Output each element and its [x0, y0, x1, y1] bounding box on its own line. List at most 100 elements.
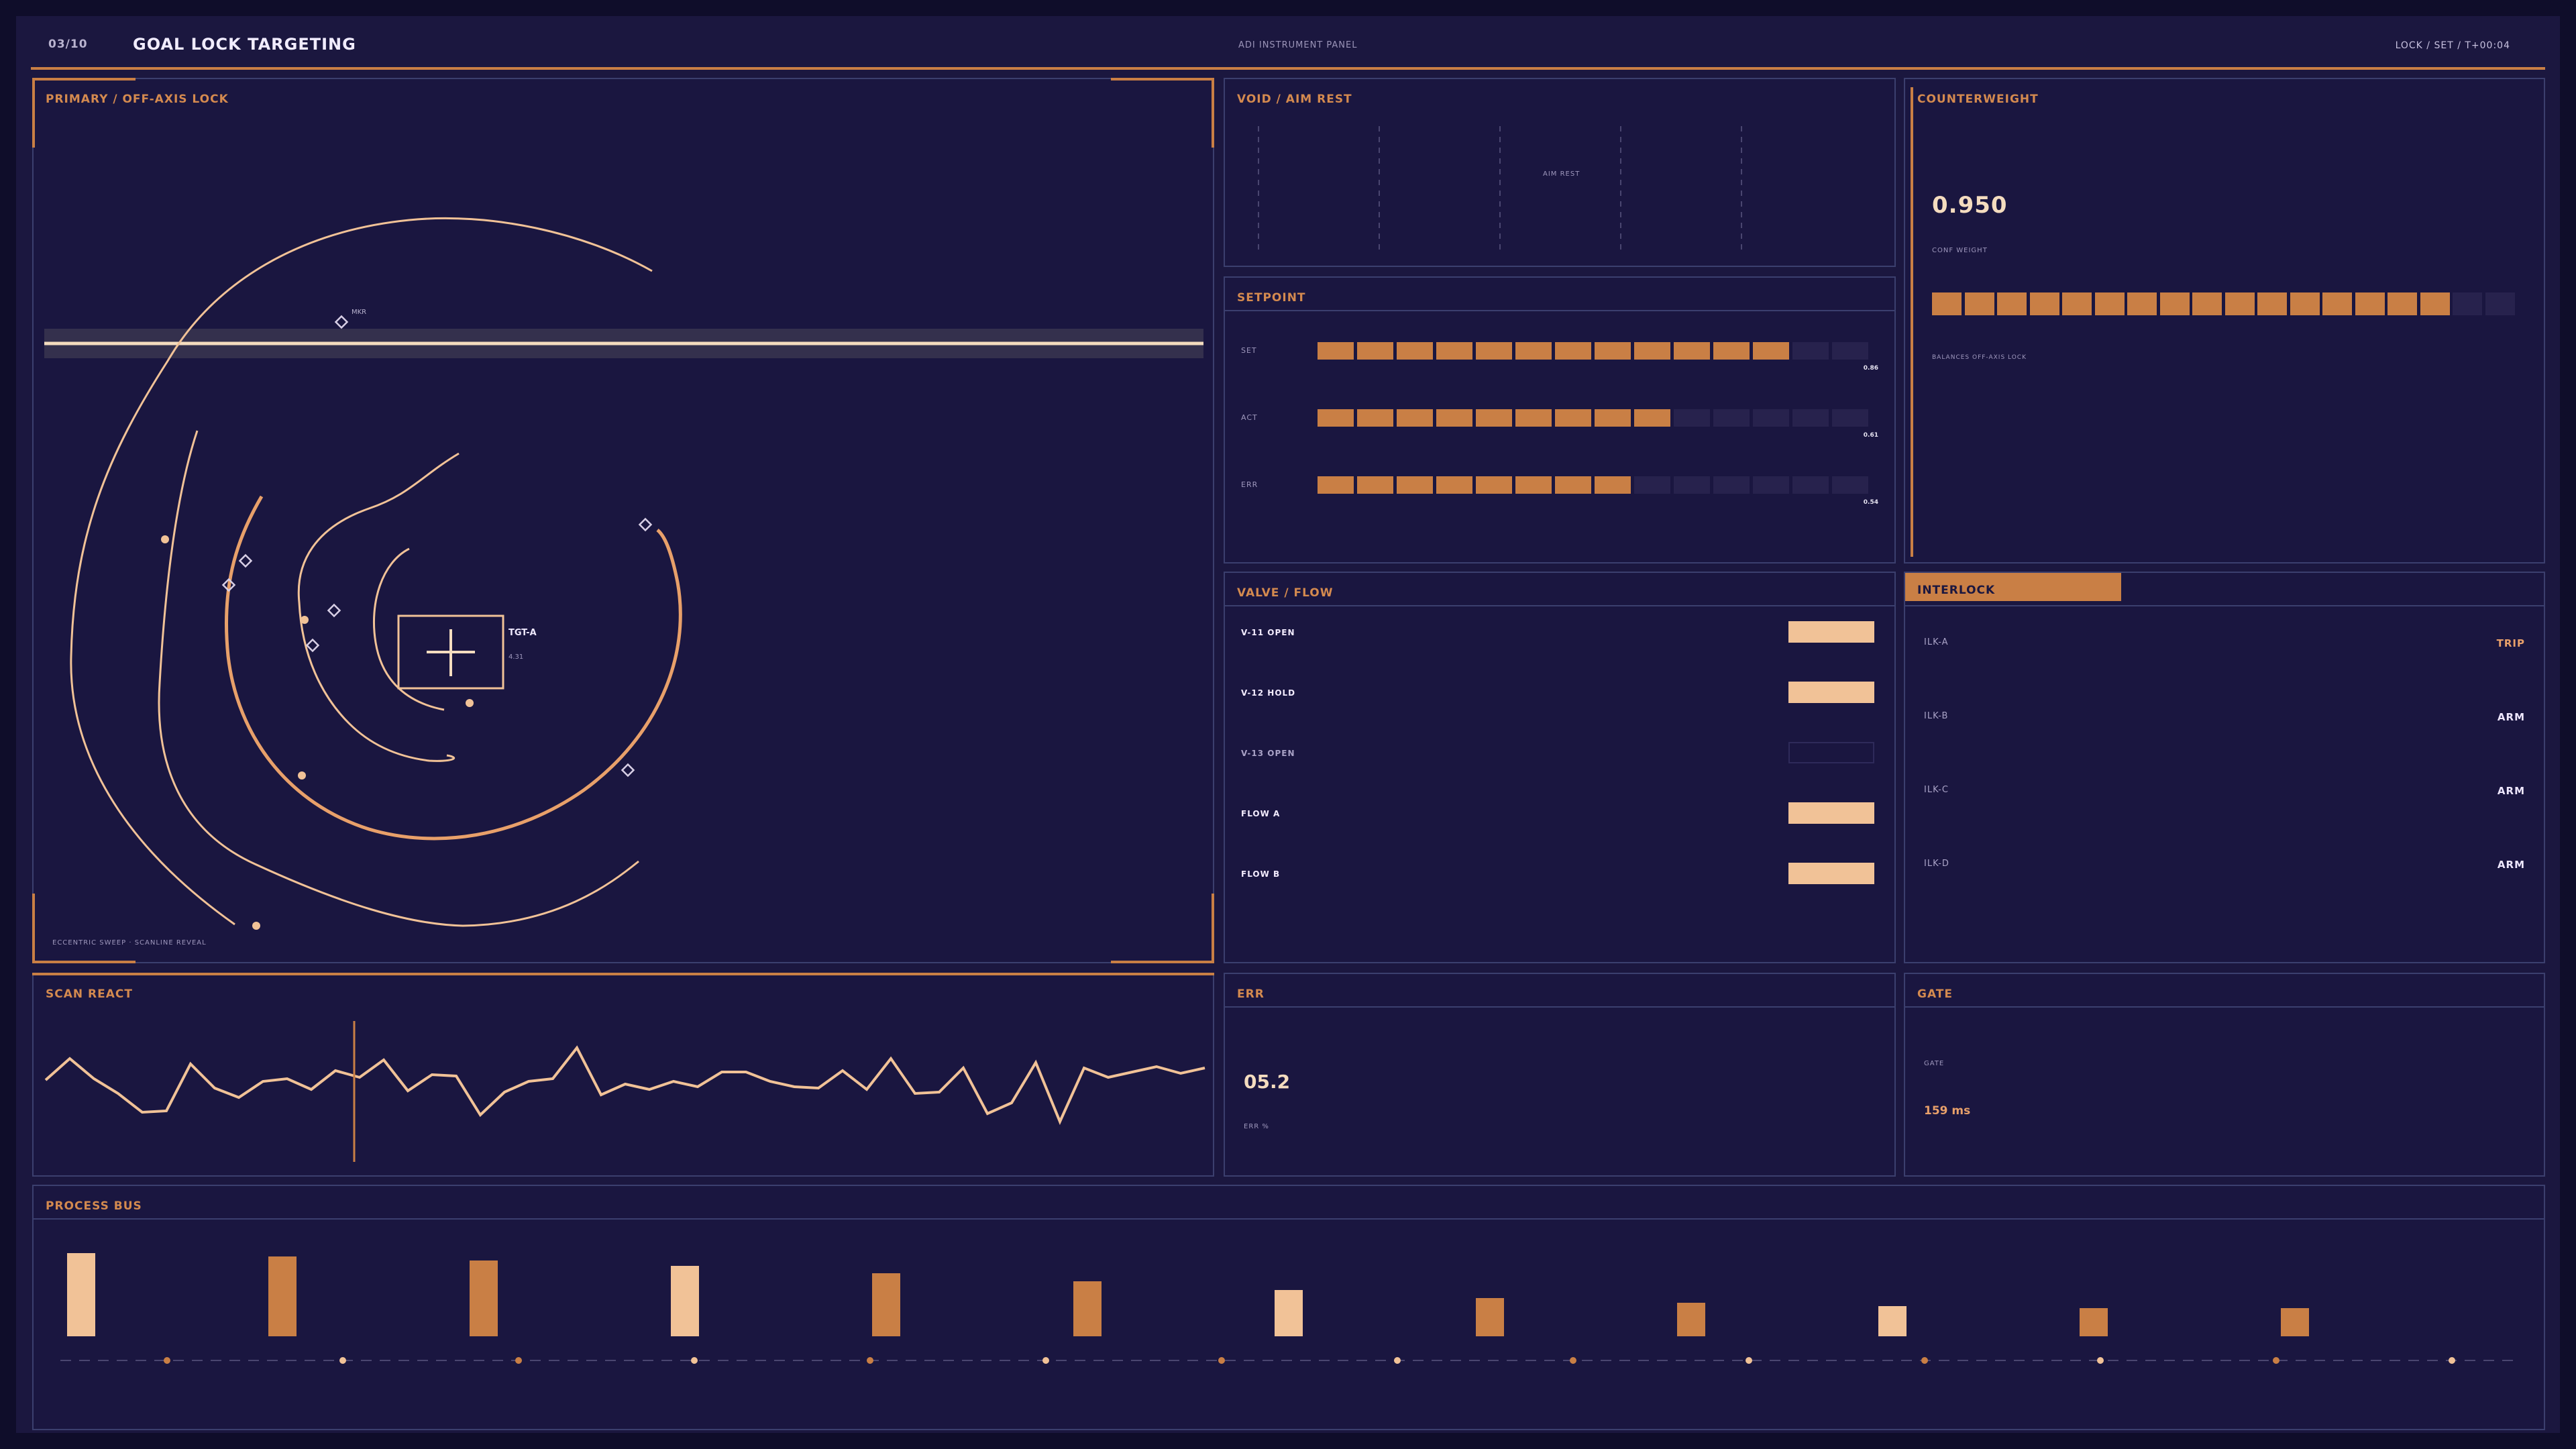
setpoint-segment	[1476, 342, 1512, 360]
valve-row-label: V-12 HOLD	[1241, 688, 1296, 698]
setpoint-segment	[1634, 409, 1670, 427]
contour-outer	[70, 217, 653, 926]
waypoint-marker	[327, 603, 341, 618]
valve-panel: VALVE / FLOW V-11 OPEN V-12 HOLD V-13 OPEN…	[1224, 572, 1896, 963]
setpoint-segment	[1753, 342, 1789, 360]
waypoint-marker	[638, 517, 653, 532]
bus-node	[515, 1357, 522, 1364]
setpoint-segment	[1436, 409, 1472, 427]
err-panel: ERR 05.2 ERR %	[1224, 973, 1896, 1177]
setpoint-segment	[1674, 476, 1710, 494]
counterweight-segment	[2192, 292, 2222, 315]
bus-node	[1042, 1357, 1049, 1364]
bus-bar	[872, 1273, 900, 1336]
divider	[1905, 1006, 2544, 1008]
scan-panel: SCAN REACT	[32, 973, 1214, 1177]
setpoint-segment	[1397, 342, 1433, 360]
valve-title: VALVE / FLOW	[1237, 586, 1334, 600]
setpoint-row-label: ACT	[1241, 413, 1258, 422]
setpoint-segment	[1357, 342, 1393, 360]
contour-ring-4	[297, 452, 460, 762]
valve-row-label: V-11 OPEN	[1241, 628, 1295, 637]
bus-node	[1746, 1357, 1752, 1364]
valve-state-indicator[interactable]	[1788, 621, 1874, 643]
divider	[1905, 605, 2544, 606]
void-panel: VOID / AIM REST AIM REST	[1224, 78, 1896, 267]
bus-bar	[1878, 1306, 1907, 1336]
valve-state-indicator[interactable]	[1788, 682, 1874, 703]
setpoint-row-value: 0.61	[1863, 432, 1878, 439]
bus-node	[339, 1357, 346, 1364]
counterweight-segment	[1932, 292, 1962, 315]
setpoint-segment	[1595, 476, 1631, 494]
bus-rail	[60, 1360, 2520, 1361]
bus-node	[691, 1357, 698, 1364]
counterweight-segment	[2355, 292, 2385, 315]
err-title: ERR	[1237, 987, 1265, 1001]
setpoint-segment	[1832, 342, 1868, 360]
bus-title: PROCESS BUS	[46, 1199, 142, 1213]
instrument-label: ADI INSTRUMENT PANEL	[1238, 40, 1358, 50]
counterweight-title: COUNTERWEIGHT	[1917, 93, 2039, 106]
setpoint-segment	[1515, 409, 1552, 427]
valve-state-indicator[interactable]	[1788, 863, 1874, 884]
bus-bar	[268, 1256, 297, 1336]
valve-state-indicator[interactable]	[1788, 802, 1874, 824]
setpoint-segment	[1397, 409, 1433, 427]
setpoint-segment	[1832, 476, 1868, 494]
gate-label: GATE	[1924, 1060, 1945, 1067]
track-dot	[466, 699, 474, 707]
divider	[1225, 605, 1894, 606]
bus-node	[2449, 1357, 2455, 1364]
waypoint-marker	[238, 553, 253, 568]
bus-bar	[1476, 1298, 1504, 1336]
bus-node	[1218, 1357, 1225, 1364]
setpoint-segment	[1515, 342, 1552, 360]
setpoint-row-value: 0.86	[1863, 365, 1878, 372]
bus-bar	[1677, 1303, 1705, 1336]
setpoint-segment	[1476, 476, 1512, 494]
bus-panel: PROCESS BUS	[32, 1185, 2545, 1430]
setpoint-row-value: 0.54	[1863, 499, 1878, 506]
bus-bar	[1275, 1290, 1303, 1336]
counterweight-segment	[2029, 292, 2059, 315]
counterweight-segment	[1964, 292, 1994, 315]
setpoint-segment	[1555, 342, 1591, 360]
counterweight-meter	[1932, 292, 2517, 315]
setpoint-segment	[1634, 476, 1670, 494]
primary-panel[interactable]: PRIMARY / OFF-AXIS LOCK MKR TGT-A 4.31 E…	[32, 78, 1214, 963]
target-sub: 4.31	[508, 653, 524, 661]
interlock-row-status: ARM	[2497, 785, 2525, 797]
interlock-row-label: ILK-B	[1924, 711, 1949, 721]
counterweight-value: 0.950	[1932, 192, 2008, 219]
interlock-row-status: ARM	[2497, 859, 2525, 871]
void-title: VOID / AIM REST	[1237, 93, 1352, 106]
track-dot	[298, 771, 306, 780]
setpoint-segment	[1595, 409, 1631, 427]
interlock-row-label: ILK-A	[1924, 637, 1949, 647]
divider	[34, 1218, 2544, 1220]
counterweight-segment	[2387, 292, 2417, 315]
valve-state-indicator[interactable]	[1788, 742, 1874, 763]
setpoint-title: SETPOINT	[1237, 291, 1306, 305]
status-readout: LOCK / SET / T+00:04	[2395, 40, 2510, 51]
bus-node	[867, 1357, 873, 1364]
setpoint-segment	[1436, 342, 1472, 360]
setpoint-segment	[1476, 409, 1512, 427]
marker-label: MKR	[352, 309, 367, 316]
target-scope[interactable]	[34, 79, 1216, 965]
contour-ring-5	[372, 547, 445, 711]
interlock-row-label: ILK-D	[1924, 859, 1949, 869]
setpoint-segment	[1634, 342, 1670, 360]
setpoint-segment	[1595, 342, 1631, 360]
setpoint-segment	[1713, 342, 1750, 360]
void-grid	[1258, 126, 1742, 254]
bus-node	[1570, 1357, 1576, 1364]
setpoint-segment	[1357, 409, 1393, 427]
divider	[1225, 310, 1894, 311]
valve-row-label: FLOW A	[1241, 809, 1281, 818]
setpoint-segment	[1515, 476, 1552, 494]
counterweight-segment	[2224, 292, 2255, 315]
setpoint-segment	[1792, 409, 1829, 427]
setpoint-segment	[1318, 476, 1354, 494]
